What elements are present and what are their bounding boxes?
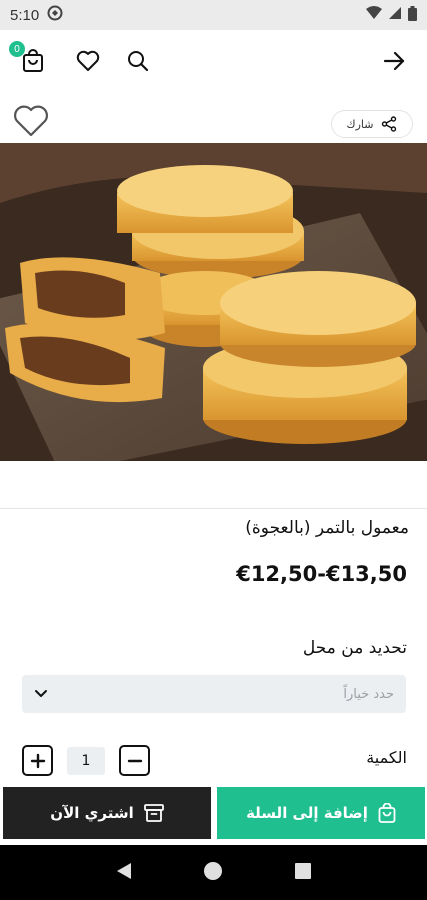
heart-outline-icon [14,105,48,137]
shopping-bag-icon [23,49,43,72]
maamoul-cookies-illustration [0,143,427,461]
decrease-quantity-button[interactable] [119,745,150,776]
wifi-icon [366,6,382,24]
add-to-cart-label: إضافة إلى السلة [246,804,368,822]
back-button[interactable] [376,43,412,79]
nav-home-button[interactable] [203,861,223,885]
cart-button[interactable]: 0 [9,41,51,79]
share-button[interactable]: شارك [331,110,413,138]
location-select[interactable]: حدد خياراً [22,675,406,713]
cart-count-badge: 0 [9,41,25,57]
minus-icon [127,759,142,762]
chevron-down-icon [35,690,47,697]
share-label: شارك [346,117,374,131]
data-saver-icon [47,5,63,25]
nav-back-button[interactable] [115,861,133,885]
nav-recents-button[interactable] [294,862,312,884]
divider [0,508,427,509]
status-time: 5:10 [10,6,40,24]
location-label: تحديد من محل [302,638,407,658]
product-price: €12,50-€13,50 [236,562,407,586]
quantity-value[interactable]: 1 [67,746,105,775]
add-to-cart-button[interactable]: إضافة إلى السلة [217,787,425,839]
wishlist-button[interactable] [70,43,106,79]
arrow-right-icon [383,51,405,71]
archive-box-icon [143,804,164,822]
quantity-stepper: 1 [22,745,150,776]
status-bar: 5:10 [0,0,427,30]
shopping-bag-icon [378,803,396,823]
location-select-placeholder: حدد خياراً [343,686,394,702]
top-app-bar: 0 [0,30,427,92]
signal-icon [388,6,402,24]
search-icon [128,51,149,72]
buy-now-button[interactable]: اشتري الآن [3,787,211,839]
search-button[interactable] [120,43,156,79]
plus-icon [30,753,45,768]
product-wishlist-button[interactable] [12,104,50,138]
battery-icon [408,5,417,25]
increase-quantity-button[interactable] [22,745,53,776]
buy-now-label: اشتري الآن [50,804,134,822]
triangle-back-icon [117,862,132,879]
system-navigation-bar [0,845,427,900]
circle-home-icon [204,861,223,880]
square-recents-icon [294,862,311,879]
bottom-action-bar: اشتري الآن إضافة إلى السلة [0,784,427,844]
share-icon [382,116,397,132]
heart-icon [76,50,100,71]
quantity-label: الكمية [366,748,407,767]
product-image[interactable] [0,143,427,461]
product-title: معمول بالتمر (بالعجوة) [245,518,409,538]
